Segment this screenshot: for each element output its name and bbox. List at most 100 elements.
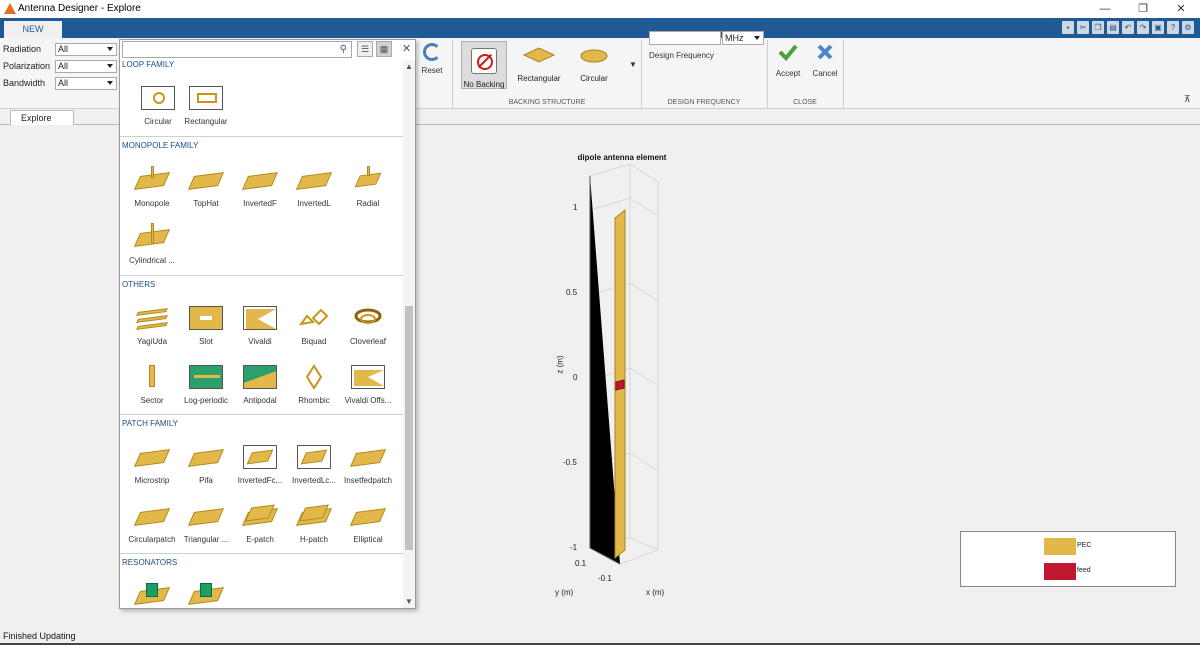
gallery-item-biquad[interactable]: Biquad — [288, 304, 340, 346]
bandwidth-select[interactable]: All — [55, 76, 117, 90]
microstrip-icon — [133, 449, 171, 467]
circular-backing-button[interactable]: Circular — [571, 41, 617, 89]
category-monopole-family: MONOPOLE FAMILY — [122, 141, 199, 150]
paste-icon[interactable]: ▤ — [1107, 21, 1119, 34]
gallery-item-pifa[interactable]: Pifa — [180, 443, 232, 485]
rhombic-icon — [305, 364, 323, 390]
collapse-toolstrip-icon[interactable]: ⊼ — [1184, 94, 1191, 105]
separator — [843, 40, 844, 108]
scrollbar-thumb[interactable] — [405, 306, 413, 550]
layout-icon[interactable]: ▣ — [1152, 21, 1164, 34]
z-tick: -0.5 — [563, 458, 577, 467]
separator — [452, 40, 453, 108]
gallery-item-log-periodic[interactable]: Log-periodic — [180, 363, 232, 405]
gallery-item-vivaldi[interactable]: Vivaldi — [234, 304, 286, 346]
settings-icon[interactable]: ⚙ — [1182, 21, 1194, 34]
save-icon[interactable]: ▪ — [1062, 21, 1074, 34]
gallery-item-resonator-1[interactable] — [126, 581, 178, 608]
x-axis-label: x (m) — [646, 588, 665, 597]
copy-icon[interactable]: ❐ — [1092, 21, 1104, 34]
category-others: OTHERS — [122, 280, 156, 289]
gallery-item-antipodal[interactable]: Antipodal — [234, 363, 286, 405]
gallery-item-elliptical[interactable]: Elliptical — [342, 502, 394, 544]
feed-swatch — [1044, 563, 1076, 580]
status-bar: Finished Updating — [0, 630, 1200, 645]
tab-explore[interactable]: Explore — [10, 110, 74, 125]
help-icon[interactable]: ? — [1167, 21, 1179, 34]
invertedfcoplanar-icon — [243, 445, 277, 469]
gallery-scrollbar[interactable]: ▲ ▼ — [403, 60, 415, 608]
gallery-item-invertedfcoplanar[interactable]: InvertedFc... — [234, 443, 286, 485]
polarization-select[interactable]: All — [55, 59, 117, 73]
reset-button[interactable]: Reset — [418, 43, 446, 75]
gallery-item-sector[interactable]: Sector — [126, 363, 178, 405]
gallery-search-input[interactable]: ⚲ — [122, 41, 352, 58]
gallery-item-invertedl[interactable]: InvertedL — [288, 166, 340, 208]
item-label: H-patch — [299, 535, 328, 544]
radiation-filter: Radiation All — [3, 42, 117, 56]
design-frequency-input[interactable] — [649, 31, 721, 45]
cancel-button[interactable]: Cancel — [808, 43, 842, 78]
undo-icon[interactable]: ↶ — [1122, 21, 1134, 34]
gallery-item-circularpatch[interactable]: Circularpatch — [126, 502, 178, 544]
pec-legend-label: PEC — [1077, 542, 1092, 549]
gallery-item-slot[interactable]: Slot — [180, 304, 232, 346]
accept-button[interactable]: Accept — [772, 43, 804, 78]
window-titlebar: Antenna Designer - Explore — ❐ ✕ — [0, 0, 1200, 18]
radiation-select[interactable]: All — [55, 42, 117, 56]
rectangular-reflector-icon — [522, 47, 556, 63]
checkmark-icon — [778, 44, 798, 61]
gallery-item-insetfedpatch[interactable]: Insetfedpatch — [342, 443, 394, 485]
no-backing-button[interactable]: No Backing — [461, 41, 507, 89]
item-label: Elliptical — [353, 535, 383, 544]
window-title: Antenna Designer - Explore — [18, 3, 141, 14]
grid-view-icon[interactable]: ▦ — [376, 41, 392, 57]
x-tick: -0.1 — [598, 574, 612, 583]
antipodal-icon — [243, 365, 277, 389]
gallery-item-cylindrical[interactable]: Cylindrical ... — [126, 223, 178, 265]
item-label: Circular — [144, 117, 172, 126]
gallery-item-microstrip[interactable]: Microstrip — [126, 443, 178, 485]
item-label: Insetfedpatch — [343, 476, 393, 485]
scroll-down-icon[interactable]: ▼ — [405, 597, 413, 606]
separator — [767, 40, 768, 108]
tab-new[interactable]: NEW — [4, 21, 62, 38]
feed-legend-label: feed — [1077, 567, 1091, 574]
circular-backing-label: Circular — [580, 74, 608, 83]
gallery-item-vivaldi-offset[interactable]: Vivaldi Offs... — [342, 363, 394, 405]
gallery-item-rhombic[interactable]: Rhombic — [288, 363, 340, 405]
restore-button[interactable]: ❐ — [1128, 1, 1158, 17]
gallery-item-yagiuda[interactable]: YagiUda — [126, 304, 178, 346]
gallery-item-hpatch[interactable]: H-patch — [288, 502, 340, 544]
backing-more-button[interactable]: ▼ — [627, 60, 639, 69]
gallery-item-invertedf[interactable]: InvertedF — [234, 166, 286, 208]
gallery-item-rectangular[interactable]: Rectangular — [180, 84, 232, 126]
gallery-item-cloverleaf[interactable]: Cloverleaf — [342, 304, 394, 346]
gallery-item-epatch[interactable]: E-patch — [234, 502, 286, 544]
close-gallery-icon[interactable]: ✕ — [402, 42, 411, 55]
biquad-icon — [298, 308, 329, 326]
gallery-item-invertedlcoplanar[interactable]: InvertedLc... — [288, 443, 340, 485]
item-label: Monopole — [134, 199, 170, 208]
cut-icon[interactable]: ✂ — [1077, 21, 1089, 34]
frequency-unit-select[interactable]: MHz — [722, 31, 764, 45]
rectangular-backing-button[interactable]: Rectangular — [516, 41, 562, 89]
circularpatch-icon — [133, 508, 171, 526]
gallery-item-triangular[interactable]: Triangular ... — [180, 502, 232, 544]
slot-icon — [189, 306, 223, 330]
cloverleaf-icon — [354, 308, 382, 324]
gallery-item-circular[interactable]: Circular — [132, 84, 184, 126]
z-tick: -1 — [570, 543, 578, 552]
gallery-item-monopole[interactable]: Monopole — [126, 166, 178, 208]
minimize-button[interactable]: — — [1090, 1, 1120, 17]
gallery-item-resonator-2[interactable] — [180, 581, 232, 608]
close-window-button[interactable]: ✕ — [1166, 1, 1196, 17]
redo-icon[interactable]: ↷ — [1137, 21, 1149, 34]
category-divider — [120, 414, 403, 415]
rectangular-loop-icon — [189, 86, 223, 110]
scroll-up-icon[interactable]: ▲ — [405, 62, 413, 71]
gallery-item-radial[interactable]: Radial — [342, 166, 394, 208]
separator — [641, 40, 642, 108]
list-view-icon[interactable]: ☰ — [357, 41, 373, 57]
gallery-item-tophat[interactable]: TopHat — [180, 166, 232, 208]
